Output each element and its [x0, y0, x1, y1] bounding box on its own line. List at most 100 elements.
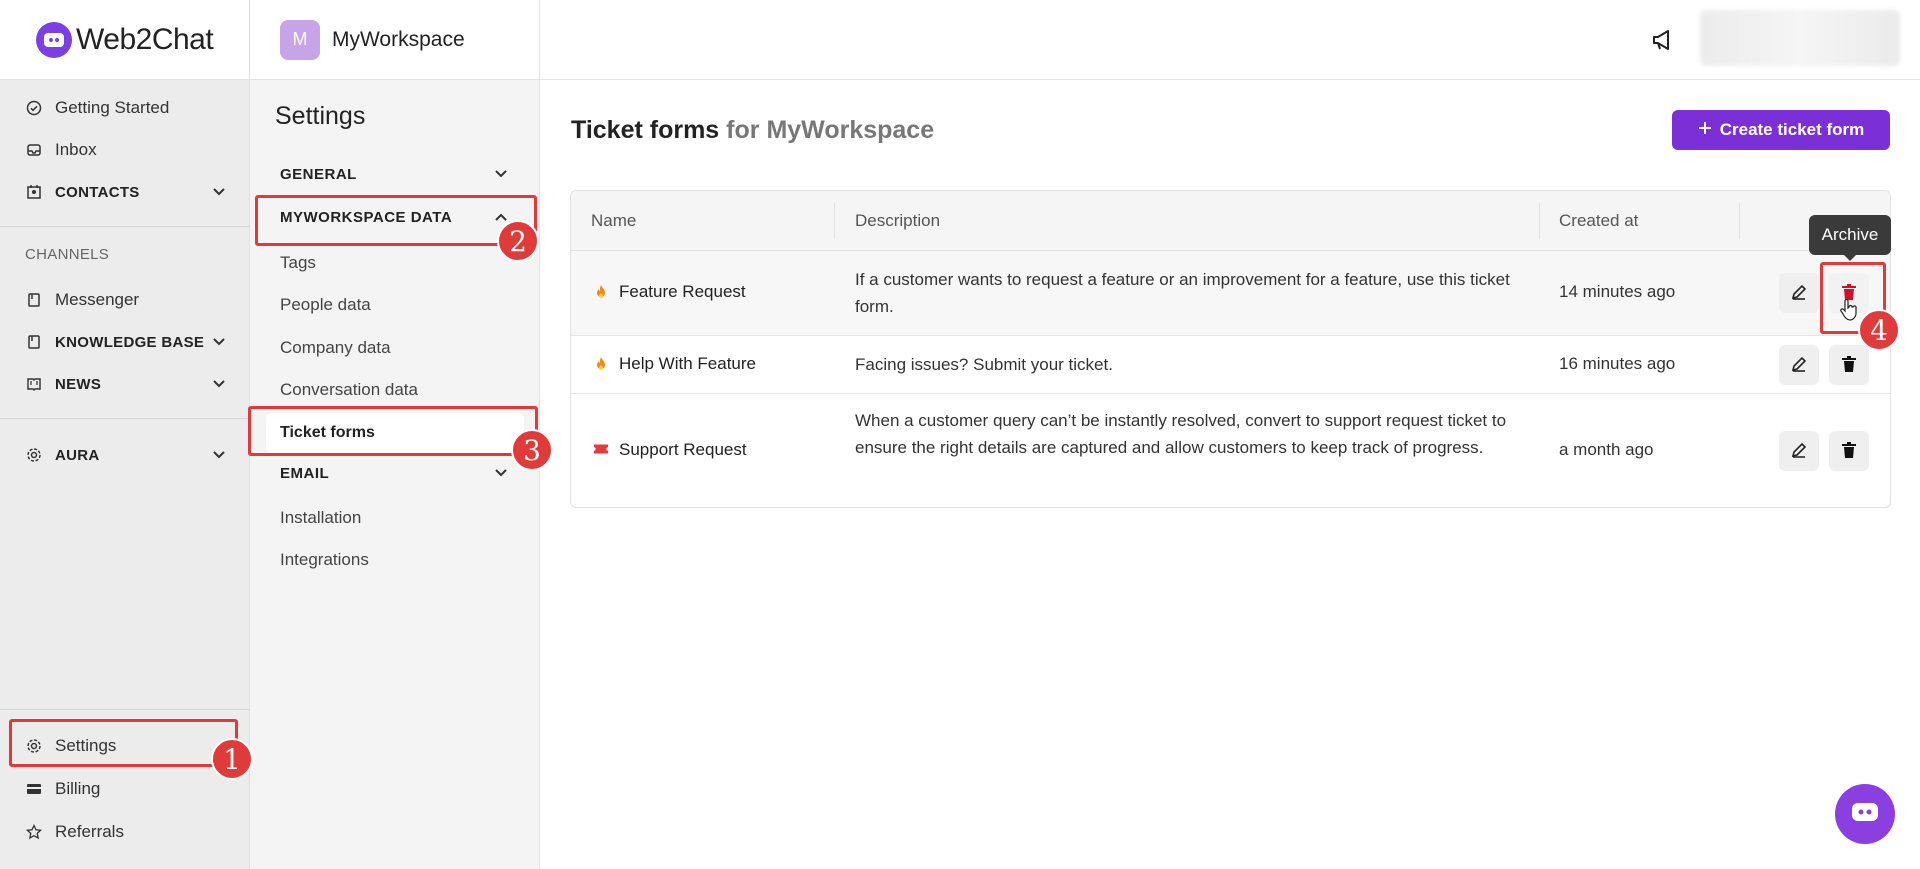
nav-news[interactable]: NEWS: [25, 372, 101, 396]
ticket-forms-table: Name Description Created at Feature Requ…: [570, 190, 1891, 508]
divider: [0, 226, 250, 227]
chevron-down-icon[interactable]: [212, 377, 226, 391]
workspace-name: MyWorkspace: [332, 27, 465, 51]
nav-aura[interactable]: AURA: [25, 443, 100, 467]
settings-title: Settings: [275, 102, 366, 130]
nav-contacts[interactable]: CONTACTS: [25, 180, 140, 204]
nav-inbox[interactable]: Inbox: [25, 138, 97, 162]
profile-menu[interactable]: [1700, 10, 1900, 66]
star-icon: [25, 823, 43, 841]
credit-card-icon: [25, 780, 43, 798]
column-header-description[interactable]: Description: [855, 211, 940, 231]
settings-item-installation[interactable]: Installation: [280, 508, 361, 528]
annotation-badge-3: 3: [511, 429, 553, 471]
chat-launcher[interactable]: [1835, 784, 1895, 844]
gear-icon: [25, 446, 43, 464]
nav-label: Billing: [55, 779, 101, 798]
inbox-icon: [25, 141, 43, 159]
divider: [0, 709, 250, 710]
column-header-created[interactable]: Created at: [1559, 211, 1638, 231]
annotation-badge-4: 4: [1858, 309, 1900, 351]
nav-label: KNOWLEDGE BASE: [55, 333, 205, 351]
nav-knowledge-base[interactable]: KNOWLEDGE BASE: [25, 330, 204, 354]
row-created-at: a month ago: [1559, 440, 1654, 459]
settings-item-company-data[interactable]: Company data: [280, 338, 391, 358]
contacts-icon: [25, 183, 43, 201]
row-name: Help With Feature: [593, 354, 756, 374]
nav-label: Inbox: [55, 140, 97, 159]
channels-caption: CHANNELS: [25, 246, 110, 263]
annotation-box-ticket-forms: [248, 406, 538, 456]
row-name-text: Feature Request: [619, 282, 746, 301]
chevron-down-icon[interactable]: [494, 466, 508, 480]
row-name-text: Help With Feature: [619, 354, 756, 373]
row-created-at: 16 minutes ago: [1559, 354, 1676, 373]
annotation-badge-1: 1: [211, 738, 253, 780]
nav-referrals[interactable]: Referrals: [25, 820, 124, 844]
table-row[interactable]: Feature Request If a customer wants to r…: [571, 251, 1890, 336]
messenger-icon: [25, 291, 43, 309]
row-description: If a customer wants to request a feature…: [855, 270, 1510, 316]
nav-messenger[interactable]: Messenger: [25, 288, 139, 312]
section-general[interactable]: GENERAL: [280, 166, 357, 183]
column-header-name[interactable]: Name: [591, 211, 636, 231]
chevron-down-icon[interactable]: [212, 448, 226, 462]
bot-icon: [1850, 800, 1880, 829]
annotation-box-settings: [9, 719, 238, 767]
table-row[interactable]: Help With Feature Facing issues? Submit …: [571, 336, 1890, 394]
chevron-down-icon[interactable]: [212, 185, 226, 199]
pencil-icon: [1790, 283, 1808, 304]
row-description: Facing issues? Submit your ticket.: [855, 355, 1113, 374]
nav-label: Getting Started: [55, 98, 170, 117]
book-icon: [25, 333, 43, 351]
column-separator: [1539, 203, 1540, 239]
news-icon: [25, 375, 43, 393]
archive-button[interactable]: [1829, 345, 1869, 385]
page-title-suffix: for MyWorkspace: [726, 116, 935, 144]
fire-icon: [593, 284, 609, 300]
pencil-icon: [1790, 441, 1808, 462]
row-created-at: 14 minutes ago: [1559, 282, 1676, 301]
nav-label: Messenger: [55, 290, 140, 309]
fire-icon: [593, 356, 609, 372]
workspace-switcher[interactable]: M MyWorkspace: [250, 0, 539, 80]
settings-item-conversation-data[interactable]: Conversation data: [280, 380, 418, 400]
table-row[interactable]: Support Request When a customer query ca…: [571, 394, 1890, 507]
top-bar: [540, 0, 1920, 80]
check-circle-icon: [25, 99, 43, 117]
archive-button[interactable]: [1829, 431, 1869, 471]
settings-item-tags[interactable]: Tags: [280, 253, 316, 273]
logo[interactable]: Web2Chat: [0, 0, 249, 80]
page-title-main: Ticket forms: [571, 116, 720, 144]
bot-logo-icon: [36, 21, 72, 58]
row-name: Support Request: [593, 440, 747, 460]
nav-billing[interactable]: Billing: [25, 777, 100, 801]
edit-button[interactable]: [1779, 345, 1819, 385]
megaphone-icon[interactable]: [1650, 26, 1678, 54]
section-email[interactable]: EMAIL: [280, 465, 329, 482]
trash-icon: [1841, 441, 1857, 462]
table-header: Name Description Created at: [571, 191, 1890, 251]
nav-label: Referrals: [55, 822, 124, 841]
nav-label: CONTACTS: [55, 183, 140, 201]
brand-name: Web2Chat: [76, 22, 214, 56]
row-name: Feature Request: [593, 282, 746, 302]
annotation-box-myworkspace-data: [255, 195, 537, 246]
chevron-down-icon[interactable]: [212, 335, 226, 349]
column-separator: [834, 203, 835, 239]
ticket-icon: [593, 442, 609, 458]
edit-button[interactable]: [1779, 273, 1819, 313]
create-button-label: Create ticket form: [1719, 120, 1865, 139]
archive-tooltip: Archive: [1809, 215, 1891, 261]
nav-label: NEWS: [55, 375, 102, 393]
create-ticket-form-button[interactable]: Create ticket form: [1672, 110, 1890, 150]
edit-button[interactable]: [1779, 431, 1819, 471]
settings-item-integrations[interactable]: Integrations: [280, 550, 369, 570]
nav-getting-started[interactable]: Getting Started: [25, 96, 169, 120]
row-name-text: Support Request: [619, 440, 747, 459]
annotation-badge-2: 2: [497, 220, 539, 262]
trash-icon: [1841, 355, 1857, 376]
column-separator: [1739, 203, 1740, 239]
chevron-down-icon[interactable]: [494, 167, 508, 181]
settings-item-people-data[interactable]: People data: [280, 295, 371, 315]
